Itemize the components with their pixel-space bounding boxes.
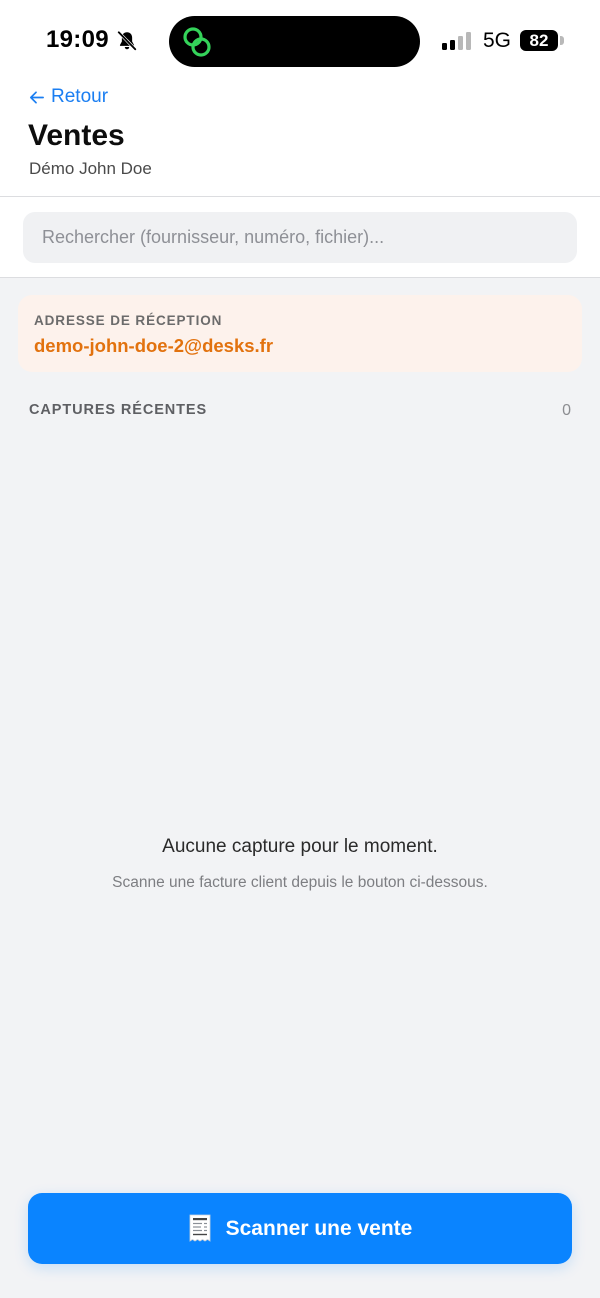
page-subtitle: Démo John Doe [29, 159, 152, 178]
receipt-icon [189, 1214, 211, 1242]
recent-captures-label: CAPTURES RÉCENTES [29, 402, 208, 418]
reception-address-value[interactable]: demo-john-doe-2@desks.fr [34, 335, 273, 357]
status-time: 19:09 [46, 26, 109, 53]
scan-sale-button[interactable]: Scanner une vente [28, 1193, 572, 1264]
bell-slash-icon [117, 30, 137, 51]
divider [0, 196, 600, 197]
dynamic-island [169, 16, 420, 67]
empty-state-subtitle: Scanne une facture client depuis le bout… [112, 874, 488, 891]
battery-tip [560, 36, 564, 45]
empty-state-title: Aucune capture pour le moment. [162, 836, 438, 857]
back-button[interactable]: Retour [28, 85, 108, 109]
search-input[interactable] [23, 212, 577, 263]
scan-sale-label: Scanner une vente [225, 1216, 413, 1240]
network-type: 5G [483, 29, 512, 52]
divider [0, 277, 600, 278]
signal-icon [442, 32, 471, 50]
reception-address-label: ADRESSE DE RÉCEPTION [34, 313, 223, 328]
app-activity-icon [183, 27, 211, 57]
arrow-left-icon [29, 90, 44, 104]
recent-captures-count: 0 [562, 402, 571, 419]
battery-icon: 82 [520, 30, 558, 51]
back-label: Retour [51, 86, 109, 107]
page-title: Ventes [28, 119, 125, 152]
reception-address-card: ADRESSE DE RÉCEPTION demo-john-doe-2@des… [18, 295, 582, 372]
